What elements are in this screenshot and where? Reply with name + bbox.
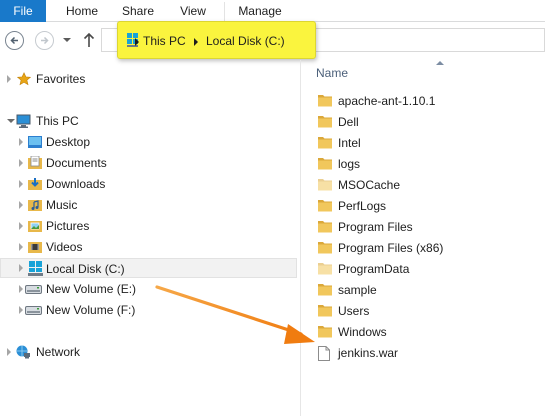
windows-drive-icon bbox=[28, 261, 43, 276]
tree-item-local-disk-c[interactable]: Local Disk (C:) bbox=[0, 258, 297, 278]
ribbon-tab-bar: File Home Share View Manage bbox=[0, 0, 545, 22]
file-icon bbox=[318, 346, 330, 361]
folder-icon bbox=[318, 95, 332, 107]
expand-icon[interactable] bbox=[19, 180, 23, 188]
back-arrow-icon bbox=[10, 36, 18, 45]
forward-button[interactable] bbox=[35, 31, 54, 50]
tree-label: Documents bbox=[46, 156, 107, 170]
forward-arrow-icon bbox=[41, 36, 49, 45]
expand-icon[interactable] bbox=[19, 306, 23, 314]
tree-label: Local Disk (C:) bbox=[46, 262, 125, 276]
tree-item-downloads[interactable]: Downloads bbox=[0, 174, 300, 194]
expand-icon[interactable] bbox=[19, 138, 23, 146]
collapse-icon[interactable] bbox=[7, 119, 15, 123]
file-name: Dell bbox=[338, 115, 359, 129]
folder-icon bbox=[318, 326, 332, 338]
up-arrow-icon[interactable] bbox=[83, 32, 95, 48]
downloads-folder-icon bbox=[28, 178, 42, 190]
column-header-name[interactable]: Name bbox=[316, 66, 348, 80]
sort-ascending-icon bbox=[436, 61, 444, 65]
documents-folder-icon bbox=[28, 156, 42, 169]
file-name: sample bbox=[338, 283, 377, 297]
music-folder-icon bbox=[28, 200, 42, 211]
file-name: Program Files (x86) bbox=[338, 241, 444, 255]
folder-icon bbox=[318, 137, 332, 149]
pictures-folder-icon bbox=[28, 221, 42, 232]
tree-label: New Volume (E:) bbox=[46, 282, 137, 296]
expand-icon[interactable] bbox=[19, 285, 23, 293]
tab-separator bbox=[224, 2, 225, 22]
tab-home[interactable]: Home bbox=[58, 0, 106, 22]
folder-icon bbox=[318, 242, 332, 254]
expand-icon[interactable] bbox=[19, 201, 23, 209]
tree-item-favorites[interactable]: Favorites bbox=[0, 69, 300, 89]
expand-icon[interactable] bbox=[19, 243, 23, 251]
network-icon bbox=[16, 345, 30, 359]
tree-item-new-volume-f[interactable]: New Volume (F:) bbox=[0, 300, 300, 320]
tree-item-pictures[interactable]: Pictures bbox=[0, 216, 300, 236]
folder-icon bbox=[318, 221, 332, 233]
folder-icon bbox=[318, 284, 332, 296]
videos-folder-icon bbox=[28, 242, 42, 253]
tree-label: Music bbox=[46, 198, 78, 212]
breadcrumb-chevron[interactable] bbox=[135, 38, 139, 46]
breadcrumb-this-pc[interactable]: This PC bbox=[143, 34, 186, 48]
file-name: PerfLogs bbox=[338, 199, 387, 213]
recent-locations-dropdown[interactable] bbox=[63, 38, 71, 42]
tab-manage[interactable]: Manage bbox=[228, 0, 292, 22]
drive-icon bbox=[25, 285, 42, 294]
folder-icon bbox=[318, 116, 332, 128]
breadcrumb-chevron[interactable] bbox=[194, 38, 198, 46]
file-name: Users bbox=[338, 304, 370, 318]
file-name: ProgramData bbox=[338, 262, 410, 276]
tree-item-network[interactable]: Network bbox=[0, 342, 300, 362]
folder-icon bbox=[318, 158, 332, 170]
tree-label: Pictures bbox=[46, 219, 90, 233]
tab-file[interactable]: File bbox=[0, 0, 46, 22]
star-icon bbox=[17, 72, 31, 86]
folder-icon bbox=[318, 200, 332, 212]
computer-icon bbox=[16, 114, 31, 128]
tree-label: Network bbox=[36, 345, 81, 359]
tree-item-this-pc[interactable]: This PC bbox=[0, 111, 300, 131]
file-name: MSOCache bbox=[338, 178, 401, 192]
expand-icon[interactable] bbox=[7, 348, 11, 356]
tab-share[interactable]: Share bbox=[113, 0, 163, 22]
tree-label: Favorites bbox=[36, 72, 86, 86]
file-name: Intel bbox=[338, 136, 361, 150]
expand-icon[interactable] bbox=[7, 75, 11, 83]
tree-item-new-volume-e[interactable]: New Volume (E:) bbox=[0, 279, 300, 299]
tree-item-desktop[interactable]: Desktop bbox=[0, 132, 300, 152]
desktop-folder-icon bbox=[28, 136, 42, 148]
tree-item-videos[interactable]: Videos bbox=[0, 237, 300, 257]
drive-icon bbox=[25, 306, 42, 315]
file-name: Program Files bbox=[338, 220, 413, 234]
tree-item-music[interactable]: Music bbox=[0, 195, 300, 215]
back-button[interactable] bbox=[5, 31, 24, 50]
tree-label: Videos bbox=[46, 240, 83, 254]
tree-item-documents[interactable]: Documents bbox=[0, 153, 300, 173]
pane-divider[interactable] bbox=[300, 60, 301, 416]
expand-icon[interactable] bbox=[19, 159, 23, 167]
breadcrumb-local-disk[interactable]: Local Disk (C:) bbox=[206, 34, 285, 48]
tree-label: Downloads bbox=[46, 177, 106, 191]
tree-label: Desktop bbox=[46, 135, 91, 149]
file-name: jenkins.war bbox=[338, 346, 399, 360]
expand-icon[interactable] bbox=[19, 264, 23, 272]
tree-label: New Volume (F:) bbox=[46, 303, 136, 317]
tree-label: This PC bbox=[36, 114, 79, 128]
file-name: apache-ant-1.10.1 bbox=[338, 94, 436, 108]
expand-icon[interactable] bbox=[19, 222, 23, 230]
folder-icon bbox=[318, 179, 332, 191]
folder-icon bbox=[318, 305, 332, 317]
tab-view[interactable]: View bbox=[170, 0, 216, 22]
file-name: Windows bbox=[338, 325, 387, 339]
file-name: logs bbox=[338, 157, 361, 171]
folder-icon bbox=[318, 263, 332, 275]
